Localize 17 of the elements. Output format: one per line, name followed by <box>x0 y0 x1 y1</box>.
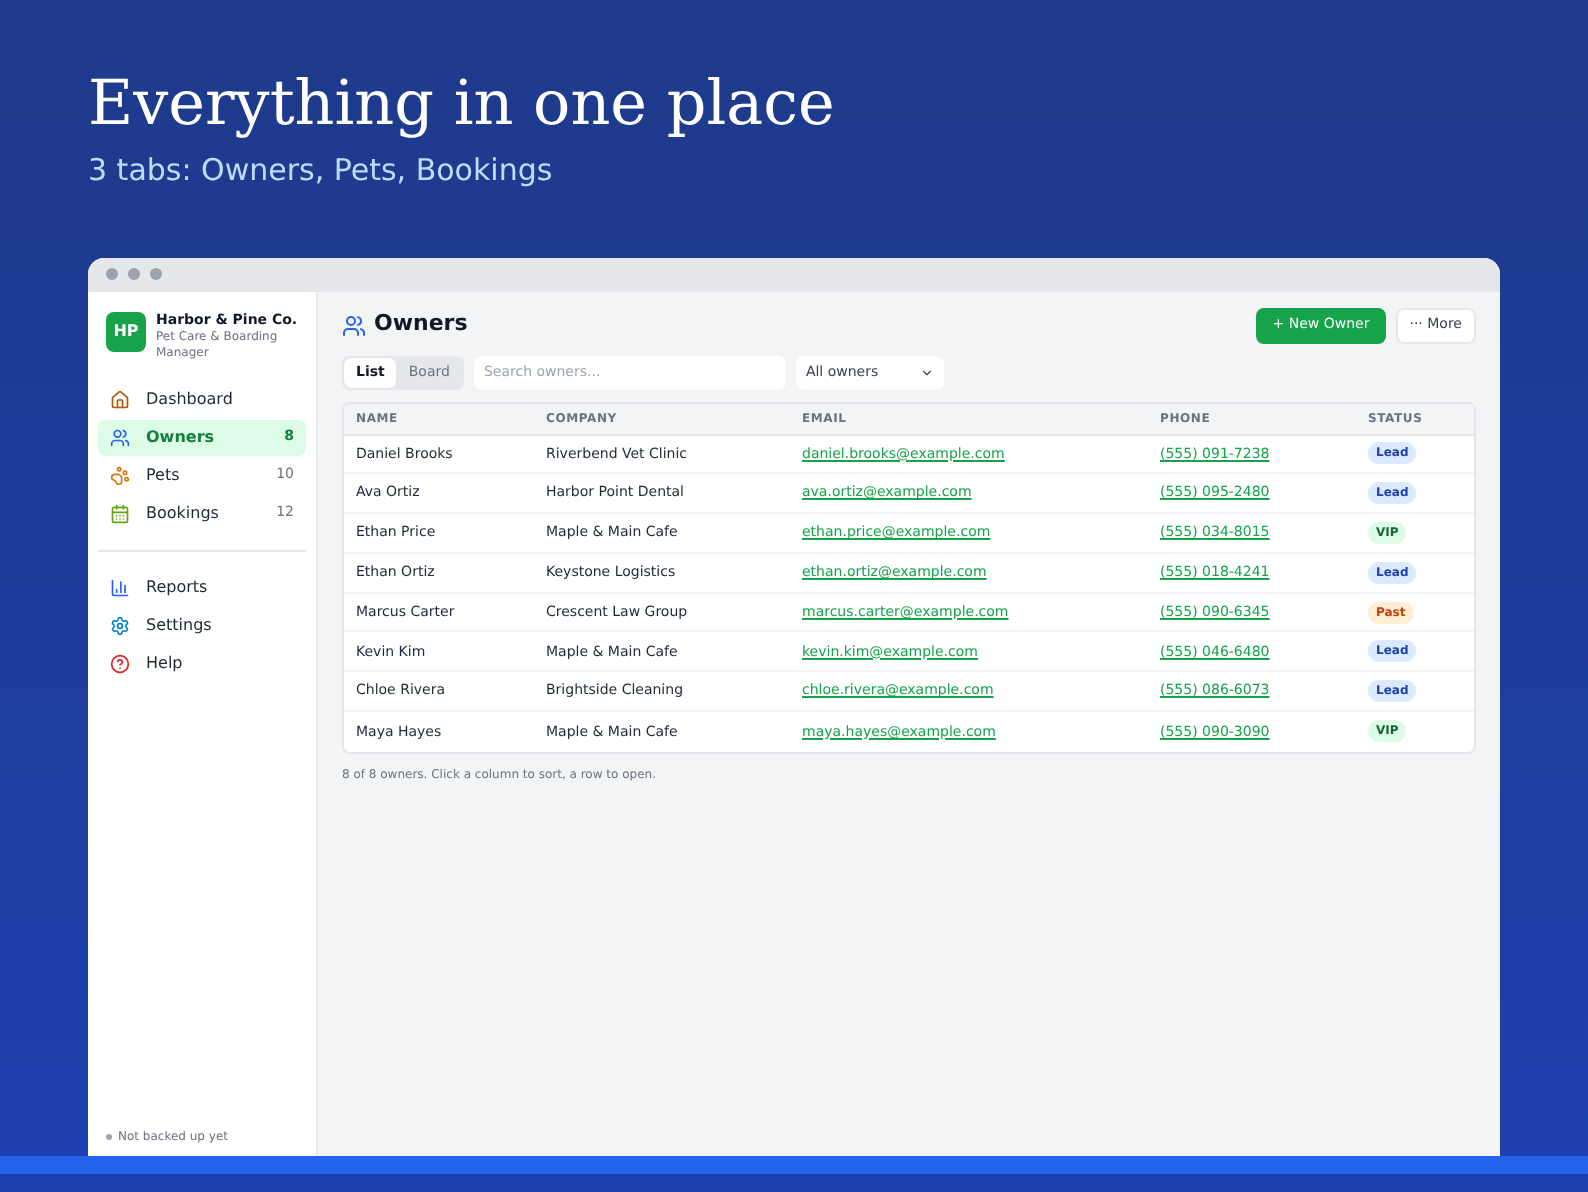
sidebar-item[interactable]: Settings <box>98 607 306 643</box>
sidebar-item[interactable]: Reports <box>98 569 306 605</box>
hero-title: Everything in one place <box>88 66 837 142</box>
page-title: Owners <box>374 308 470 341</box>
people-icon <box>110 427 130 447</box>
people-icon <box>342 313 366 337</box>
settings-icon <box>110 615 130 635</box>
calendar-icon <box>110 503 130 523</box>
hero-subtitle: 3 tabs: Owners, Pets, Bookings <box>88 150 555 192</box>
bar-chart-icon <box>110 577 130 597</box>
paw-icon <box>110 465 130 485</box>
help-icon <box>110 653 130 673</box>
sidebar-item[interactable]: Help <box>98 645 306 681</box>
sidebar-item[interactable]: Dashboard <box>98 381 306 417</box>
brand-logo: HP <box>106 311 146 351</box>
house-icon <box>110 389 130 409</box>
chevron-down-icon <box>919 365 934 379</box>
